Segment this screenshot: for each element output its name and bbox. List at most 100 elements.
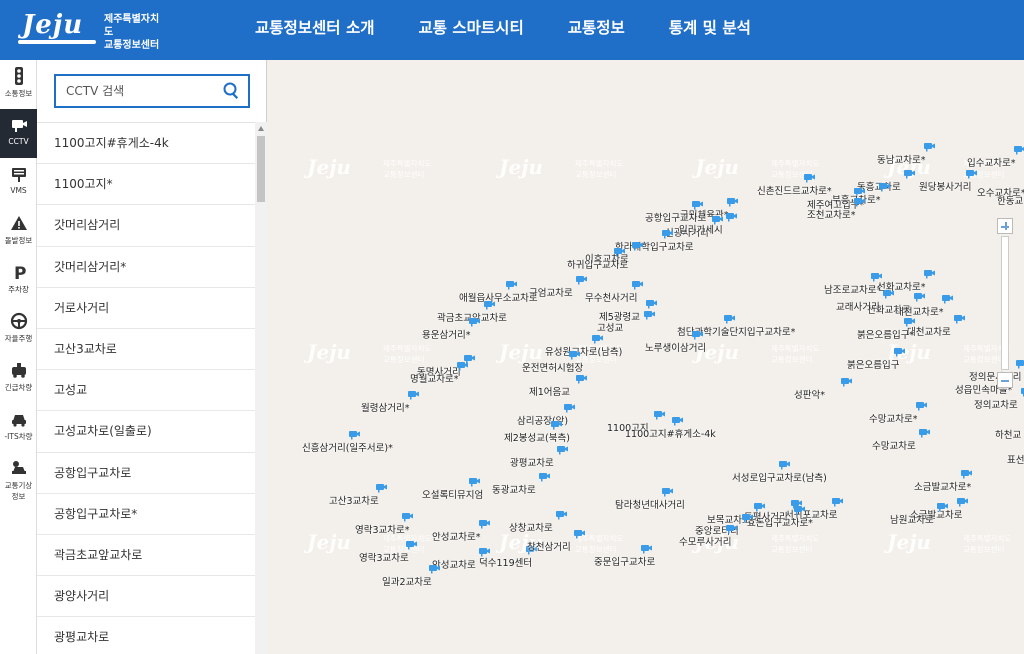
cctv-marker-label[interactable]: 남조로교차로*: [824, 285, 881, 296]
cctv-marker-icon[interactable]: [591, 333, 604, 344]
rail-item-parking[interactable]: P 주차장: [0, 256, 37, 305]
cctv-marker-label[interactable]: 안성교차로*: [432, 532, 480, 543]
cctv-marker-label[interactable]: 수망교차로: [872, 441, 916, 452]
rail-item-autonomous[interactable]: 자율주행: [0, 305, 37, 354]
cctv-marker-icon[interactable]: [671, 415, 684, 426]
cctv-marker-label[interactable]: 원당봉사거리: [919, 182, 971, 193]
cctv-marker-label[interactable]: 교래사거리: [836, 302, 880, 313]
cctv-marker-label[interactable]: 하천교: [995, 430, 1021, 441]
cctv-marker-icon[interactable]: [556, 444, 569, 455]
cctv-marker-icon[interactable]: [953, 313, 966, 324]
cctv-marker-icon[interactable]: [661, 486, 674, 497]
cctv-marker-icon[interactable]: [348, 429, 361, 440]
list-item[interactable]: 공항입구교차로*: [37, 494, 255, 535]
cctv-marker-icon[interactable]: [505, 279, 518, 290]
cctv-marker-icon[interactable]: [840, 376, 853, 387]
cctv-marker-icon[interactable]: [878, 181, 891, 192]
cctv-marker-icon[interactable]: [726, 196, 739, 207]
cctv-marker-icon[interactable]: [563, 402, 576, 413]
cctv-marker-icon[interactable]: [960, 468, 973, 479]
cctv-marker-label[interactable]: 제2봉성교(북측): [504, 433, 570, 444]
list-item[interactable]: 갓머리삼거리: [37, 205, 255, 247]
cctv-marker-icon[interactable]: [725, 211, 738, 222]
rail-item-vms[interactable]: VMS: [0, 158, 37, 207]
cctv-marker-icon[interactable]: [741, 512, 754, 523]
cctv-marker-label[interactable]: 일리가세시: [679, 225, 723, 236]
rail-item-its-vehicle[interactable]: -ITS차량: [0, 403, 37, 452]
list-item[interactable]: 고성교차로(일출로): [37, 411, 255, 453]
cctv-marker-label[interactable]: 상창교차로: [509, 523, 553, 534]
cctv-marker-label[interactable]: 무수천사거리: [585, 293, 637, 304]
cctv-marker-label[interactable]: 신촌진드르교차로*: [757, 186, 832, 197]
cctv-marker-icon[interactable]: [803, 172, 816, 183]
cctv-map[interactable]: Jeju 제주특별자치도 교통정보센터 Jeju 제주특별자치도 교통정보센터 Jeju…: [267, 60, 1024, 654]
cctv-marker-icon[interactable]: [691, 329, 704, 340]
list-item[interactable]: 고산3교차로: [37, 329, 255, 371]
cctv-marker-label[interactable]: 명월교차로*: [410, 374, 458, 385]
cctv-marker-icon[interactable]: [631, 279, 644, 290]
nav-center-intro[interactable]: 교통정보센터 소개: [255, 0, 374, 60]
rail-item-incident[interactable]: 돌발정보: [0, 207, 37, 256]
cctv-marker-icon[interactable]: [568, 349, 581, 360]
cctv-marker-icon[interactable]: [661, 228, 674, 239]
cctv-marker-label[interactable]: 노루생이삼거리: [645, 343, 706, 354]
nav-statistics[interactable]: 통계 및 분석: [669, 0, 751, 60]
zoom-out-button[interactable]: [997, 372, 1013, 388]
cctv-marker-label[interactable]: 공항입구교차로: [645, 213, 706, 224]
cctv-marker-icon[interactable]: [936, 501, 949, 512]
cctv-marker-label[interactable]: 애월읍사무소교차로: [459, 293, 538, 304]
cctv-marker-icon[interactable]: [456, 360, 469, 371]
cctv-marker-label[interactable]: 서성로입구교차로(남측): [732, 473, 827, 484]
cctv-marker-label[interactable]: 수망교차로*: [869, 414, 917, 425]
cctv-marker-icon[interactable]: [941, 293, 954, 304]
cctv-marker-icon[interactable]: [913, 291, 926, 302]
cctv-marker-icon[interactable]: [903, 168, 916, 179]
cctv-marker-label[interactable]: 영락3교차로: [359, 553, 409, 564]
cctv-marker-icon[interactable]: [725, 523, 738, 534]
cctv-marker-icon[interactable]: [375, 482, 388, 493]
cctv-marker-icon[interactable]: [853, 196, 866, 207]
cctv-marker-icon[interactable]: [483, 299, 496, 310]
cctv-marker-icon[interactable]: [893, 346, 906, 357]
list-item[interactable]: 1100고지*: [37, 164, 255, 206]
cctv-marker-label[interactable]: 용운삼거리*: [422, 330, 470, 341]
cctv-marker-icon[interactable]: [631, 240, 644, 251]
cctv-marker-icon[interactable]: [870, 271, 883, 282]
cctv-marker-icon[interactable]: [478, 546, 491, 557]
cctv-marker-label[interactable]: 수모루사거리: [679, 537, 731, 548]
list-item[interactable]: 공항입구교차로: [37, 453, 255, 494]
cctv-marker-label[interactable]: 영락3교차로*: [355, 525, 410, 536]
cctv-marker-icon[interactable]: [1013, 144, 1024, 155]
cctv-marker-icon[interactable]: [882, 288, 895, 299]
cctv-marker-icon[interactable]: [1020, 386, 1024, 397]
cctv-marker-label[interactable]: 광평교차로: [510, 458, 554, 469]
cctv-marker-label[interactable]: 성판악*: [794, 390, 825, 401]
list-item[interactable]: 광평교차로: [37, 617, 255, 654]
cctv-marker-icon[interactable]: [753, 501, 766, 512]
cctv-marker-icon[interactable]: [645, 298, 658, 309]
cctv-marker-label[interactable]: 고산3교차로: [329, 496, 379, 507]
cctv-marker-label[interactable]: 덕수119센터: [479, 558, 532, 569]
cctv-marker-icon[interactable]: [538, 471, 551, 482]
cctv-marker-label[interactable]: 표선교: [1007, 455, 1024, 466]
scroll-up-arrow-icon[interactable]: [258, 126, 264, 131]
cctv-marker-label[interactable]: 붉은오름입구: [847, 360, 899, 371]
cctv-marker-label[interactable]: 조천교차로*: [807, 210, 855, 221]
list-item[interactable]: 곽금초교앞교차로: [37, 535, 255, 577]
cctv-marker-icon[interactable]: [428, 563, 441, 574]
cctv-marker-icon[interactable]: [778, 459, 791, 470]
cctv-marker-icon[interactable]: [1015, 358, 1024, 369]
cctv-marker-icon[interactable]: [653, 409, 666, 420]
cctv-marker-icon[interactable]: [793, 504, 806, 515]
rail-item-emergency[interactable]: 긴급차량: [0, 354, 37, 403]
cctv-marker-label[interactable]: 정의교차로: [974, 400, 1018, 411]
cctv-marker-icon[interactable]: [468, 476, 481, 487]
zoom-in-button[interactable]: [997, 218, 1013, 234]
list-scrollbar[interactable]: [255, 122, 267, 654]
cctv-marker-label[interactable]: 운전면허시험장: [522, 363, 583, 374]
cctv-search-input[interactable]: [56, 76, 216, 106]
cctv-marker-icon[interactable]: [575, 373, 588, 384]
nav-smart-city[interactable]: 교통 스마트시티: [418, 0, 523, 60]
cctv-marker-label[interactable]: 한라대학입구교차로: [615, 242, 694, 253]
cctv-marker-icon[interactable]: [401, 511, 414, 522]
